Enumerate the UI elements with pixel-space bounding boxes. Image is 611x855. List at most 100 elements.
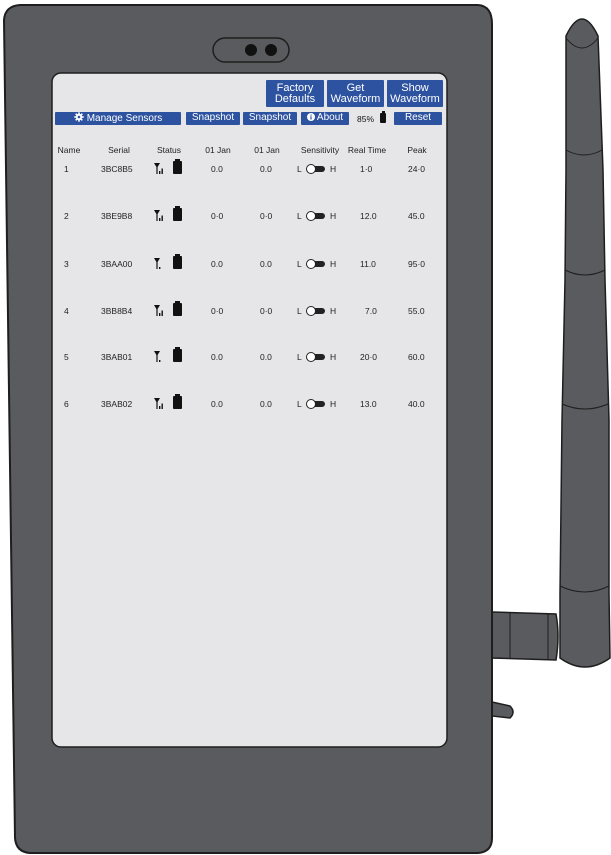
sensitivity-high-label: H bbox=[330, 164, 337, 174]
snapshot-2-label: Snapshot bbox=[248, 112, 292, 123]
row-peak: 55.0 bbox=[408, 306, 425, 316]
sensitivity-low-label: L bbox=[297, 306, 302, 316]
row-peak: 60.0 bbox=[408, 352, 425, 362]
gear-icon bbox=[73, 112, 84, 122]
table-row[interactable]: 6 3BAB02 0.0 0.0 L H 13.0 40.0 bbox=[53, 394, 446, 413]
battery-icon bbox=[173, 301, 182, 316]
row-real-time: 12.0 bbox=[360, 211, 377, 221]
factory-defaults-line1: Factory bbox=[276, 81, 314, 94]
screen: Factory Defaults Get Waveform Show Wavef… bbox=[53, 74, 446, 746]
toggle-icon bbox=[306, 352, 326, 362]
manage-sensors-button[interactable]: Manage Sensors bbox=[55, 112, 181, 125]
antenna bbox=[559, 18, 611, 668]
row-real-time: 1·0 bbox=[360, 164, 373, 174]
sensitivity-high-label: H bbox=[330, 306, 337, 316]
side-button bbox=[491, 701, 514, 719]
about-button[interactable]: About bbox=[301, 112, 349, 125]
header-date-1: 01 Jan bbox=[205, 145, 231, 155]
snapshot-button-1[interactable]: Snapshot bbox=[186, 112, 240, 125]
row-peak: 40.0 bbox=[408, 399, 425, 409]
battery-percent: 85% bbox=[357, 114, 375, 124]
header-date-2: 01 Jan bbox=[254, 145, 280, 155]
battery-icon bbox=[173, 394, 182, 409]
row-peak: 24·0 bbox=[408, 164, 426, 174]
table-row[interactable]: 5 3BAB01 0.0 0.0 L H 20·0 60.0 bbox=[53, 347, 446, 366]
show-waveform-button[interactable]: Show Waveform bbox=[387, 80, 443, 107]
get-waveform-line1: Get bbox=[346, 81, 365, 94]
battery-icon bbox=[380, 111, 386, 123]
header-serial: Serial bbox=[108, 145, 130, 155]
row-date-2: 0·0 bbox=[260, 211, 273, 221]
row-date-1: 0·0 bbox=[211, 211, 224, 221]
row-real-time: 13.0 bbox=[360, 399, 377, 409]
camera-lens-left bbox=[245, 44, 257, 56]
toggle-icon bbox=[306, 164, 326, 174]
row-date-1: 0·0 bbox=[211, 306, 224, 316]
row-serial: 3BAA00 bbox=[101, 259, 133, 269]
get-waveform-line2: Waveform bbox=[330, 92, 381, 105]
row-serial: 3BC8B5 bbox=[101, 164, 133, 174]
factory-defaults-line2: Defaults bbox=[274, 92, 316, 105]
header-status: Status bbox=[156, 145, 182, 155]
row-date-1: 0.0 bbox=[211, 399, 223, 409]
row-date-2: 0·0 bbox=[260, 306, 273, 316]
row-date-2: 0.0 bbox=[260, 352, 272, 362]
toggle-icon bbox=[306, 211, 326, 221]
about-label: About bbox=[316, 112, 344, 123]
show-waveform-line1: Show bbox=[401, 81, 429, 94]
row-serial: 3BAB02 bbox=[101, 399, 133, 409]
reset-button[interactable]: Reset bbox=[394, 112, 442, 125]
row-name: 6 bbox=[64, 399, 69, 409]
row-name: 1 bbox=[64, 164, 69, 174]
row-name: 3 bbox=[64, 259, 69, 269]
table-row[interactable]: 4 3BB8B4 0·0 0·0 L H 7.0 55.0 bbox=[53, 301, 446, 320]
table-row[interactable]: 2 3BE9B8 0·0 0·0 L H 12.0 45.0 bbox=[53, 206, 446, 225]
row-real-time: 20·0 bbox=[360, 352, 378, 362]
row-name: 2 bbox=[64, 211, 69, 221]
battery-icon bbox=[173, 254, 182, 269]
sensitivity-high-label: H bbox=[330, 211, 337, 221]
row-serial: 3BE9B8 bbox=[101, 211, 133, 221]
get-waveform-button[interactable]: Get Waveform bbox=[327, 80, 384, 107]
header-name: Name bbox=[57, 145, 81, 155]
header-peak: Peak bbox=[407, 145, 427, 155]
row-serial: 3BAB01 bbox=[101, 352, 133, 362]
row-peak: 95·0 bbox=[408, 259, 426, 269]
header-real-time: Real Time bbox=[347, 145, 387, 155]
sensitivity-low-label: L bbox=[297, 211, 302, 221]
sensitivity-low-label: L bbox=[297, 164, 302, 174]
row-real-time: 7.0 bbox=[365, 306, 377, 316]
table-row[interactable]: 1 3BC8B5 0.0 0.0 L H 1·0 24·0 bbox=[53, 159, 446, 178]
header-sensitivity: Sensitivity bbox=[300, 145, 340, 155]
sensitivity-low-label: L bbox=[297, 352, 302, 362]
info-icon bbox=[306, 113, 315, 121]
snapshot-button-2[interactable]: Snapshot bbox=[243, 112, 297, 125]
toggle-icon bbox=[306, 259, 326, 269]
row-date-1: 0.0 bbox=[211, 164, 223, 174]
signal-antenna-icon bbox=[154, 351, 161, 362]
row-serial: 3BB8B4 bbox=[101, 306, 133, 316]
battery-icon bbox=[173, 347, 182, 362]
row-date-1: 0.0 bbox=[211, 259, 223, 269]
reset-label: Reset bbox=[404, 112, 432, 123]
row-name: 5 bbox=[64, 352, 69, 362]
battery-icon bbox=[173, 206, 182, 221]
sensitivity-low-label: L bbox=[297, 259, 302, 269]
row-date-1: 0.0 bbox=[211, 352, 223, 362]
sensitivity-high-label: H bbox=[330, 352, 337, 362]
toggle-icon bbox=[306, 399, 326, 409]
table-row[interactable]: 3 3BAA00 0.0 0.0 L H 11.0 95·0 bbox=[53, 254, 446, 273]
camera-lens-right bbox=[265, 44, 277, 56]
snapshot-1-label: Snapshot bbox=[191, 112, 235, 123]
row-name: 4 bbox=[64, 306, 69, 316]
signal-antenna-icon bbox=[154, 210, 163, 221]
sensitivity-high-label: H bbox=[330, 399, 337, 409]
row-date-2: 0.0 bbox=[260, 164, 272, 174]
row-real-time: 11.0 bbox=[360, 259, 376, 269]
manage-sensors-label: Manage Sensors bbox=[86, 113, 163, 124]
battery-icon bbox=[173, 159, 182, 174]
signal-antenna-icon bbox=[154, 163, 163, 174]
signal-antenna-icon bbox=[154, 258, 161, 269]
toggle-icon bbox=[306, 306, 326, 316]
factory-defaults-button[interactable]: Factory Defaults bbox=[266, 80, 324, 107]
